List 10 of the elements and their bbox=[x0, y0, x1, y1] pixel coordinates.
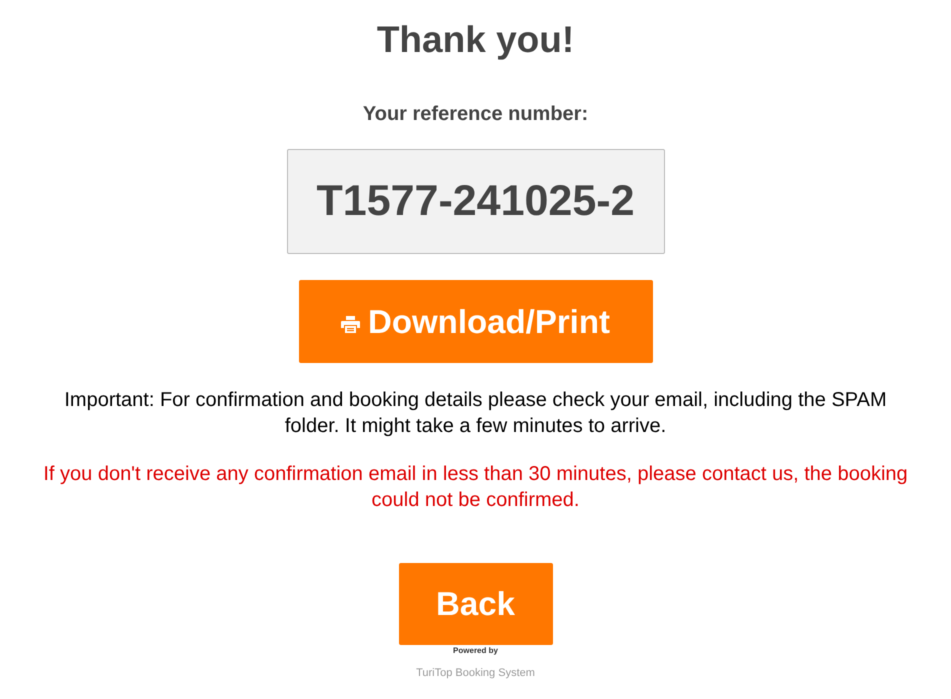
brand-link[interactable]: TuriTop Booking System bbox=[416, 665, 535, 682]
powered-by-text: Powered by bbox=[453, 645, 498, 657]
reference-number: T1577-241025-2 bbox=[286, 149, 664, 254]
email-notice: Important: For confirmation and booking details please check your email, including the SPAM folder. It might take a few minutes to arrive. bbox=[63, 388, 888, 439]
page-title: Thank you! bbox=[376, 18, 574, 62]
confirmation-warning: If you don't receive any confirmation email in less than 30 minutes, please contact us, the booking could not be confirmed. bbox=[42, 462, 909, 513]
reference-label: Your reference number: bbox=[362, 102, 588, 126]
download-print-button[interactable]: Download/Print bbox=[298, 280, 652, 363]
back-button[interactable]: Back bbox=[398, 563, 552, 645]
printer-icon bbox=[341, 316, 360, 333]
